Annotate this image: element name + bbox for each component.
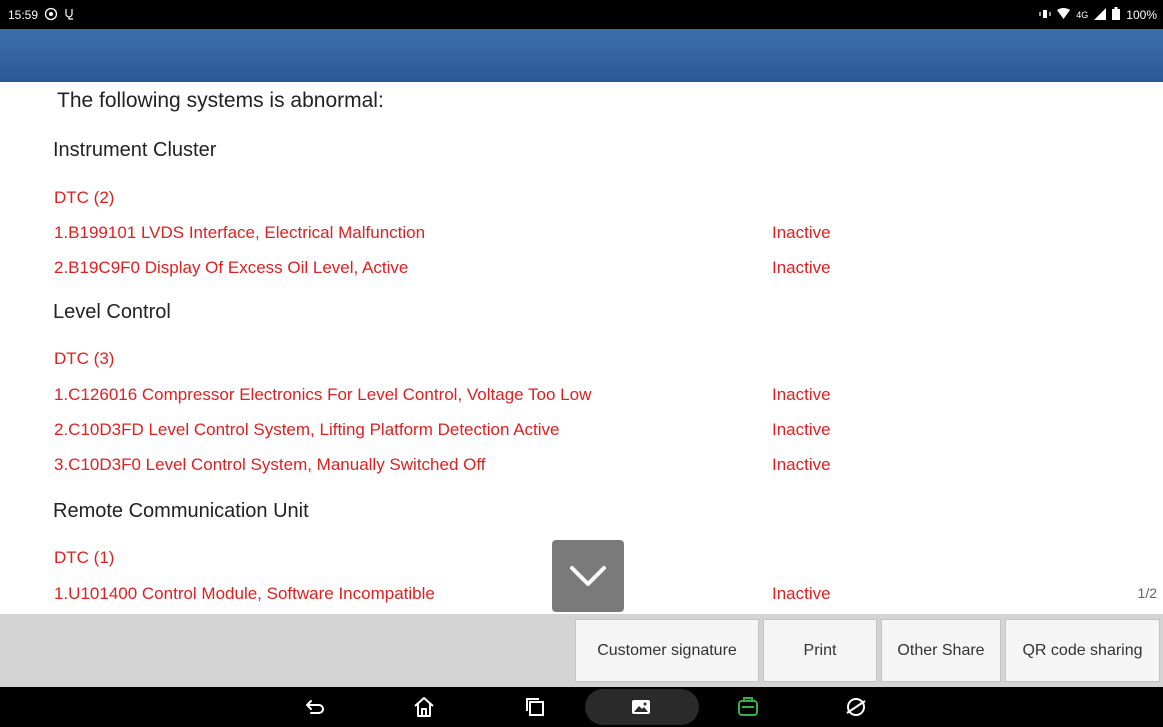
screenshot-icon[interactable] [629,695,653,719]
page-indicator: 1/2 [1137,585,1157,601]
dtc-code: 1.B199101 LVDS Interface, Electrical Mal… [54,223,426,242]
report-intro: The following systems is abnormal: [57,89,384,112]
dtc-code: 2.B19C9F0 Display Of Excess Oil Level, A… [54,258,409,277]
browser-icon[interactable] [844,695,868,719]
dtc-header: DTC (1) [54,548,115,567]
section-title-instrument-cluster: Instrument Cluster [53,139,217,161]
report-content[interactable]: The following systems is abnormal: Instr… [0,82,1163,614]
battery-icon [1112,7,1121,22]
dtc-code: 1.U101400 Control Module, Software Incom… [54,584,435,603]
chevron-down-icon [570,566,606,586]
recent-apps-icon[interactable] [523,695,547,719]
vci-icon[interactable] [736,695,760,719]
battery-level: 100% [1126,7,1157,22]
other-share-button[interactable]: Other Share [881,619,1001,682]
network-type: 4G [1076,9,1089,20]
status-right: 4G 100% [1039,7,1157,22]
qr-code-sharing-button[interactable]: QR code sharing [1005,619,1160,682]
dtc-code: 2.C10D3FD Level Control System, Lifting … [54,420,560,439]
scroll-down-button[interactable] [552,540,624,612]
dtc-status: Inactive [772,420,831,439]
clock: 15:59 [8,7,39,22]
home-icon[interactable] [412,695,436,719]
back-icon[interactable] [303,695,327,719]
settings-notification-icon [44,7,58,23]
dtc-code: 3.C10D3F0 Level Control System, Manually… [54,455,486,474]
dtc-header: DTC (2) [54,188,115,207]
customer-signature-button[interactable]: Customer signature [575,619,759,682]
wifi-icon [1057,8,1071,21]
navigation-bar [0,687,1163,727]
print-button[interactable]: Print [763,619,877,682]
action-bar: Customer signature Print Other Share QR … [0,614,1163,687]
dtc-header: DTC (3) [54,349,115,368]
dtc-status: Inactive [772,223,831,242]
vibrate-icon [1039,8,1051,22]
section-title-level-control: Level Control [53,301,171,323]
dtc-status: Inactive [772,385,831,404]
dtc-status: Inactive [772,258,831,277]
diagnostic-notification-icon [64,8,76,22]
section-title-remote-communication-unit: Remote Communication Unit [53,500,309,522]
dtc-status: Inactive [772,584,831,603]
status-left: 15:59 [8,7,76,23]
app-header [0,29,1163,82]
signal-icon [1094,7,1107,22]
dtc-code: 1.C126016 Compressor Electronics For Lev… [54,385,592,404]
dtc-status: Inactive [772,455,831,474]
status-bar: 15:59 4G 100% [0,0,1163,29]
